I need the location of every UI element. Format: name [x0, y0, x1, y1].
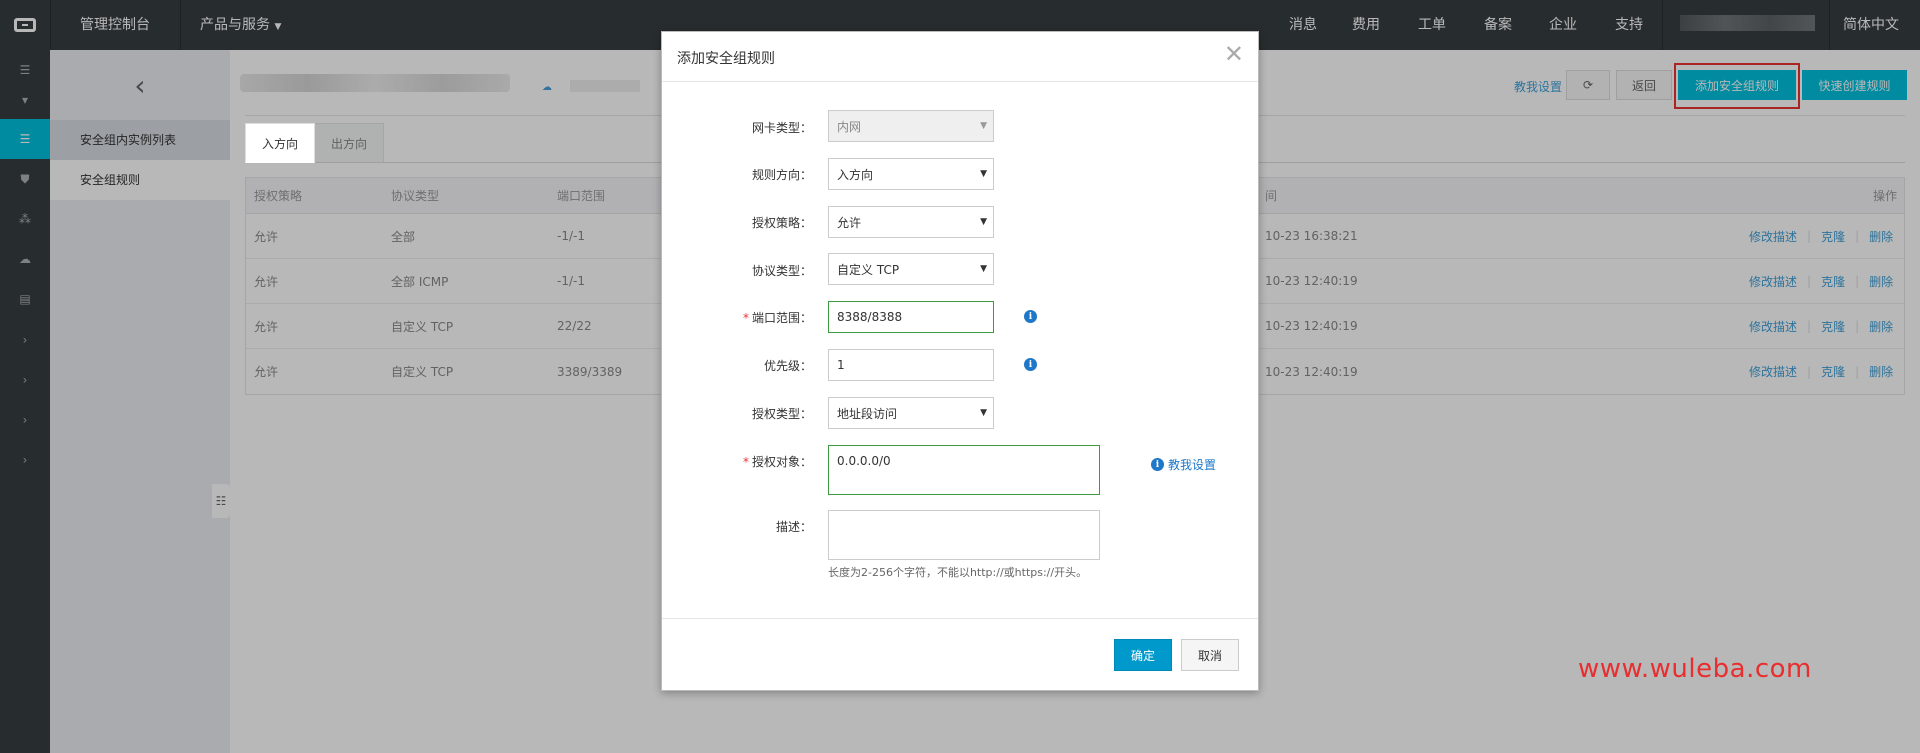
dialog-header: 添加安全组规则 ✕ [662, 32, 1258, 82]
nic-type-select[interactable]: 内网 ▼ [828, 110, 994, 142]
policy-select[interactable]: 允许 ▼ [828, 206, 994, 238]
caret-down-icon: ▼ [980, 264, 987, 274]
cancel-button[interactable]: 取消 [1181, 639, 1239, 671]
priority-value: 1 [837, 358, 845, 372]
help-link-label: 教我设置 [1168, 458, 1217, 472]
caret-down-icon: ▼ [980, 217, 987, 227]
required-mark: * [742, 311, 749, 325]
direction-value: 入方向 [837, 167, 874, 182]
priority-label: 优先级： [763, 359, 812, 373]
direction-select[interactable]: 入方向 ▼ [828, 158, 994, 190]
info-icon[interactable]: i [1024, 310, 1037, 323]
protocol-select[interactable]: 自定义 TCP ▼ [828, 253, 994, 285]
caret-down-icon: ▼ [980, 408, 987, 418]
auth-object-textarea[interactable]: 0.0.0.0/0 [828, 445, 1100, 495]
dialog-title: 添加安全组规则 [677, 51, 775, 67]
description-hint: 长度为2-256个字符，不能以http://或https://开头。 [828, 566, 1088, 579]
nic-type-value: 内网 [837, 119, 862, 134]
caret-down-icon: ▼ [980, 169, 987, 179]
required-mark: * [742, 455, 749, 469]
priority-input[interactable]: 1 [828, 349, 994, 381]
policy-label: 授权策略： [751, 216, 812, 230]
info-icon[interactable]: i [1024, 358, 1037, 371]
port-range-value: 8388/8388 [837, 310, 903, 324]
confirm-button[interactable]: 确定 [1114, 639, 1172, 671]
auth-type-select[interactable]: 地址段访问 ▼ [828, 397, 994, 429]
info-icon: i [1151, 458, 1164, 471]
protocol-value: 自定义 TCP [837, 262, 900, 277]
nic-type-label: 网卡类型： [751, 121, 812, 135]
direction-label: 规则方向： [751, 168, 812, 182]
tab-inbound[interactable]: 入方向 [245, 123, 315, 163]
description-label: 描述： [775, 520, 812, 534]
port-range-input[interactable]: 8388/8388 [828, 301, 994, 333]
policy-value: 允许 [837, 215, 862, 230]
protocol-label: 协议类型： [751, 264, 812, 278]
auth-object-label: * 授权对象： [742, 455, 812, 469]
auth-object-value: 0.0.0.0/0 [837, 454, 891, 468]
divider [662, 618, 1258, 619]
watermark: www.wuleba.com [1578, 654, 1812, 684]
port-range-label: * 端口范围： [742, 311, 812, 325]
help-link[interactable]: i 教我设置 [1151, 456, 1216, 473]
auth-type-label: 授权类型： [751, 407, 812, 421]
description-textarea[interactable] [828, 510, 1100, 560]
add-rule-dialog: 添加安全组规则 ✕ 网卡类型： 内网 ▼ 规则方向： 入方向 ▼ 授权策略： 允… [661, 31, 1259, 691]
caret-down-icon: ▼ [980, 121, 987, 131]
auth-type-value: 地址段访问 [837, 406, 898, 421]
close-icon[interactable]: ✕ [1224, 42, 1244, 66]
